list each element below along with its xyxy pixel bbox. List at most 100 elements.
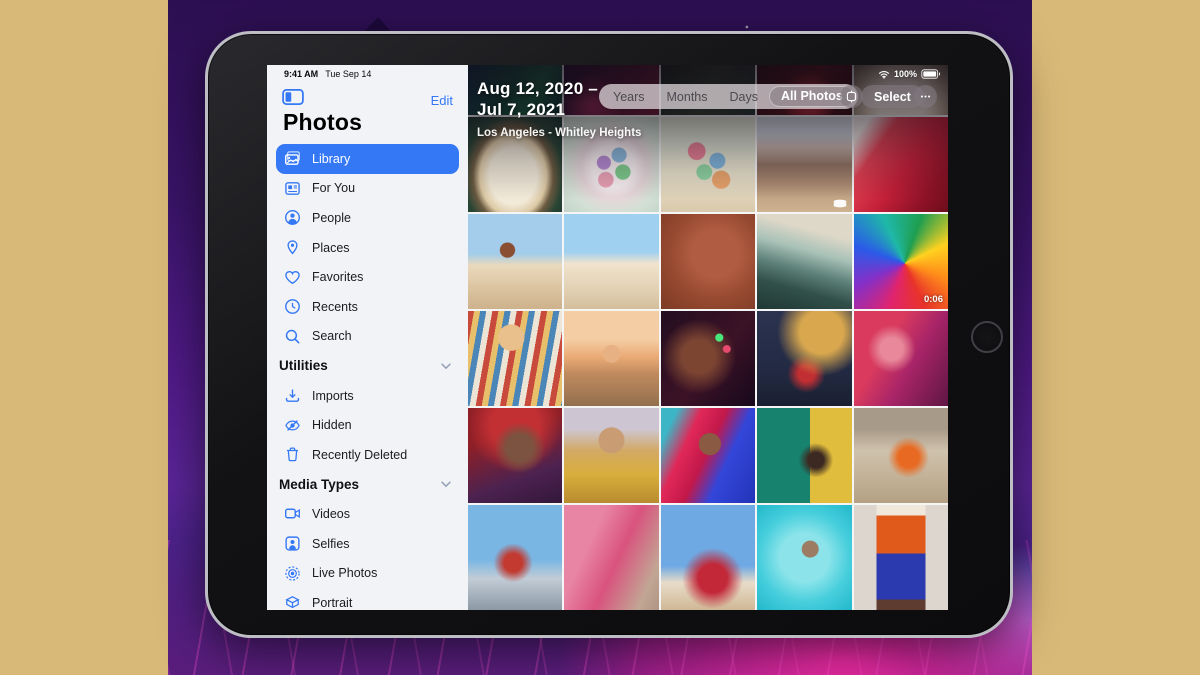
selfies-icon (284, 535, 301, 552)
photo-red-lights-selfie[interactable] (468, 408, 562, 503)
videos-icon (284, 505, 301, 522)
panorama-badge-icon (833, 199, 847, 208)
segment-days[interactable]: Days (719, 90, 769, 104)
search-icon (284, 328, 301, 345)
sidebar-item-places[interactable]: Places (276, 233, 459, 263)
photo-pane: 0:06 Aug 12, 2020 – Jul 7, 2021 Los Ange… (468, 65, 948, 610)
view-segmented-control: YearsMonthsDaysAll Photos (599, 84, 858, 109)
recently-deleted-icon (284, 446, 301, 463)
photo-orange-dancer-pavilion[interactable] (854, 408, 948, 503)
photo-macaron-stack[interactable] (661, 117, 755, 212)
sidebar-item-videos[interactable]: Videos (276, 499, 459, 529)
photo-teal-door-yellow-wall[interactable] (757, 408, 851, 503)
photo-mustard-dupatta-woman[interactable] (564, 408, 658, 503)
sidebar-item-favorites[interactable]: Favorites (276, 262, 459, 292)
chevron-down-icon[interactable] (439, 359, 453, 373)
photo-rainbow-umbrella-video[interactable]: 0:06 (854, 214, 948, 309)
people-icon (284, 209, 301, 226)
sidebar-item-people[interactable]: People (276, 203, 459, 233)
photo-neon-lights-portrait[interactable] (661, 311, 755, 406)
photo-pink-fabric-woman[interactable] (564, 505, 658, 610)
photos-sidebar: 9:41 AM Tue Sep 14 Edit Photos Library Fo… (267, 65, 468, 610)
sidebar-item-library[interactable]: Library (276, 144, 459, 174)
more-button[interactable] (914, 85, 937, 108)
sidebar-list: Library For You People Places Favorites Recen… (276, 144, 459, 610)
status-date: Tue Sep 14 (325, 69, 371, 79)
sidebar-item-label: Recently Deleted (312, 448, 407, 462)
photo-pastel-cookies[interactable] (564, 117, 658, 212)
photo-blue-sky-red-scarf-man[interactable] (468, 505, 562, 610)
sidebar-item-selfies[interactable]: Selfies (276, 529, 459, 559)
photo-red-fabric-dancer[interactable] (854, 117, 948, 212)
photo-desert-mountains[interactable] (757, 117, 851, 212)
photo-night-concert-teal[interactable] (468, 65, 562, 115)
segment-years[interactable]: Years (602, 90, 656, 104)
edit-button[interactable]: Edit (431, 93, 453, 108)
sidebar-item-imports[interactable]: Imports (276, 381, 459, 411)
imports-icon (284, 387, 301, 404)
sidebar-item-portrait[interactable]: Portrait (276, 588, 459, 610)
sidebar-item-label: Live Photos (312, 566, 377, 580)
hidden-icon (284, 417, 301, 434)
sidebar-section-media-types: Media Types (276, 470, 459, 500)
photo-doorway-orange-blue[interactable] (854, 505, 948, 610)
photo-ocean-rocks-aerial[interactable] (757, 214, 851, 309)
battery-icon (921, 69, 941, 79)
sidebar-item-for-you[interactable]: For You (276, 174, 459, 204)
sidebar-item-label: Recents (312, 300, 358, 314)
live-photos-icon (284, 565, 301, 582)
sidebar-item-label: Library (312, 152, 350, 166)
sidebar-toggle-icon[interactable] (282, 88, 304, 106)
sidebar-item-label: Videos (312, 507, 350, 521)
photo-curly-selfie-stripes[interactable] (468, 311, 562, 406)
ipad-screen: 9:41 AM Tue Sep 14 Edit Photos Library Fo… (267, 65, 948, 610)
sidebar-item-label: Selfies (312, 537, 350, 551)
photo-turquoise-pool[interactable] (757, 505, 851, 610)
page-title: Photos (283, 109, 362, 136)
photo-sunglasses-red-blue[interactable] (661, 408, 755, 503)
sidebar-item-label: Portrait (312, 596, 352, 610)
sidebar-item-label: People (312, 211, 351, 225)
home-button[interactable] (971, 321, 1003, 353)
sidebar-item-hidden[interactable]: Hidden (276, 410, 459, 440)
segment-months[interactable]: Months (656, 90, 719, 104)
photo-dune-woman-dress[interactable] (564, 214, 658, 309)
sidebar-item-label: Imports (312, 389, 354, 403)
library-icon (284, 150, 301, 167)
places-icon (284, 239, 301, 256)
status-bar-right: 100% (878, 69, 941, 79)
photo-night-tree-red-sweater[interactable] (757, 311, 851, 406)
battery-percent: 100% (894, 69, 917, 79)
photo-dessert-plate[interactable] (468, 117, 562, 212)
video-duration-badge: 0:06 (924, 294, 943, 305)
photo-terracotta-portrait[interactable] (661, 214, 755, 309)
ellipsis-icon (919, 90, 932, 103)
sidebar-item-label: Places (312, 241, 350, 255)
photo-neon-pink-woman[interactable] (854, 311, 948, 406)
zoom-grid-button[interactable] (840, 85, 863, 108)
sidebar-item-search[interactable]: Search (276, 322, 459, 352)
favorites-icon (284, 269, 301, 286)
photo-dune-woman-hat[interactable] (468, 214, 562, 309)
sidebar-item-label: Hidden (312, 418, 352, 432)
recents-icon (284, 298, 301, 315)
sidebar-item-label: Search (312, 329, 352, 343)
wifi-icon (878, 70, 890, 79)
sidebar-item-recently-deleted[interactable]: Recently Deleted (276, 440, 459, 470)
status-time: 9:41 AM (284, 69, 318, 79)
sidebar-item-label: For You (312, 181, 355, 195)
photo-sunset-rocks-woman[interactable] (564, 311, 658, 406)
sidebar-section-utilities: Utilities (276, 351, 459, 381)
section-label: Media Types (279, 477, 359, 492)
for-you-icon (284, 180, 301, 197)
section-label: Utilities (279, 358, 328, 373)
photo-red-pants-sky[interactable] (661, 505, 755, 610)
sidebar-item-label: Favorites (312, 270, 363, 284)
sidebar-item-recents[interactable]: Recents (276, 292, 459, 322)
zoom-grid-icon (845, 90, 858, 103)
status-bar-left: 9:41 AM Tue Sep 14 (284, 69, 371, 79)
chevron-down-icon[interactable] (439, 477, 453, 491)
photo-grid: 0:06 (468, 65, 948, 610)
sidebar-item-live-photos[interactable]: Live Photos (276, 558, 459, 588)
portrait-icon (284, 594, 301, 610)
